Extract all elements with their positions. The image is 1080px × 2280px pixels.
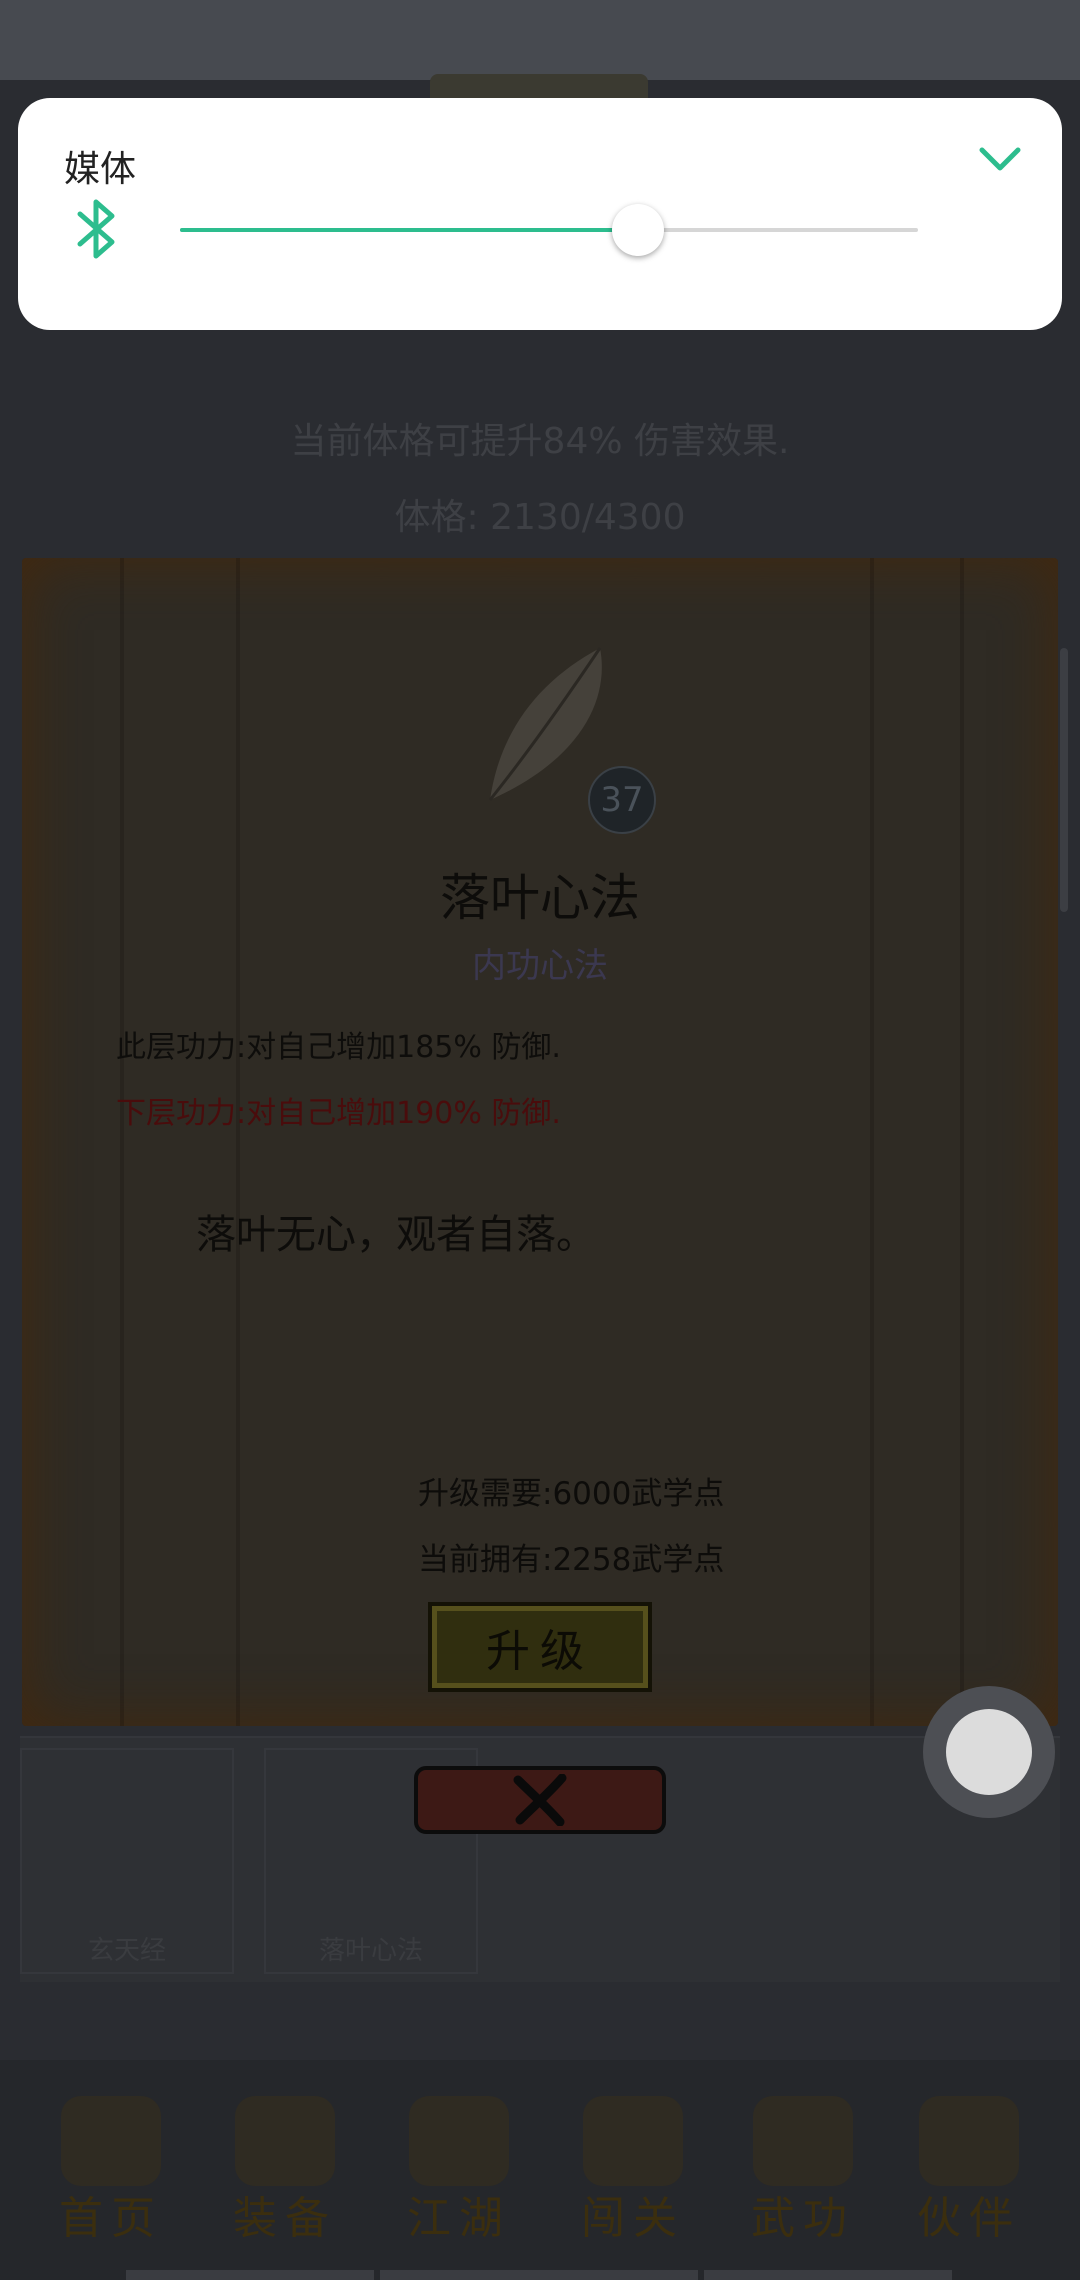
level-badge: 37 bbox=[588, 766, 656, 834]
upgrade-button[interactable]: 升级 bbox=[428, 1602, 652, 1692]
martial-arts-icon bbox=[753, 2096, 853, 2186]
nav-martial-arts[interactable]: 武功 bbox=[728, 2096, 878, 2246]
bottom-tab-strip bbox=[380, 2270, 698, 2280]
volume-slider-thumb[interactable] bbox=[612, 204, 664, 256]
nav-stage[interactable]: 闯关 bbox=[558, 2096, 708, 2246]
physique-bonus-text: 当前体格可提升84% 伤害效果. bbox=[290, 421, 790, 462]
next-layer-effect: 下层功力:对自己增加190% 防御. bbox=[116, 1096, 561, 1131]
current-points: 当前拥有:2258武学点 bbox=[418, 1542, 725, 1578]
skill-quote: 落叶无心，观者自落。 bbox=[196, 1212, 596, 1258]
nav-home[interactable]: 首页 bbox=[36, 2096, 186, 2246]
nav-label: 武功 bbox=[751, 2193, 855, 2244]
nav-label: 闯关 bbox=[581, 2193, 685, 2244]
close-button[interactable] bbox=[414, 1766, 666, 1834]
skill-card-label: 玄天经 bbox=[87, 1936, 166, 1966]
nav-partners[interactable]: 伙伴 bbox=[894, 2096, 1044, 2246]
bottom-tab-strip bbox=[704, 2270, 952, 2280]
upgrade-cost: 升级需要:6000武学点 bbox=[418, 1476, 725, 1512]
close-icon bbox=[513, 1774, 567, 1826]
scroll-fold bbox=[960, 558, 964, 1726]
skill-name: 落叶心法 bbox=[440, 869, 640, 927]
nav-label: 装备 bbox=[233, 2193, 337, 2244]
bottom-tab-strip bbox=[126, 2270, 374, 2280]
scroll-fold bbox=[870, 558, 874, 1726]
current-layer-effect: 此层功力:对自己增加185% 防御. bbox=[116, 1030, 561, 1065]
upgrade-button-label: 升级 bbox=[486, 1626, 594, 1677]
status-bar bbox=[0, 0, 1080, 80]
nav-label: 首页 bbox=[59, 2193, 163, 2244]
physique-value: 体格: 2130/4300 bbox=[394, 497, 686, 538]
skill-card-label: 落叶心法 bbox=[318, 1936, 423, 1966]
skill-type: 内功心法 bbox=[472, 946, 608, 986]
stage-icon bbox=[583, 2096, 683, 2186]
floating-assistive-button-core bbox=[946, 1709, 1032, 1795]
scroll-fold bbox=[120, 558, 124, 1726]
nav-label: 伙伴 bbox=[917, 2193, 1021, 2244]
scroll-fold bbox=[236, 558, 240, 1726]
chevron-down-icon[interactable] bbox=[974, 138, 1026, 182]
volume-slider-fill bbox=[180, 228, 638, 232]
bluetooth-icon[interactable] bbox=[72, 196, 124, 262]
partners-icon bbox=[919, 2096, 1019, 2186]
volume-panel bbox=[18, 98, 1062, 330]
nav-label: 江湖 bbox=[407, 2193, 511, 2244]
volume-stream-title: 媒体 bbox=[64, 149, 137, 190]
nav-jianghu[interactable]: 江湖 bbox=[384, 2096, 534, 2246]
nav-equipment[interactable]: 装备 bbox=[210, 2096, 360, 2246]
scrollbar[interactable] bbox=[1060, 648, 1068, 912]
home-icon bbox=[61, 2096, 161, 2186]
equipment-icon bbox=[235, 2096, 335, 2186]
jianghu-icon bbox=[409, 2096, 509, 2186]
